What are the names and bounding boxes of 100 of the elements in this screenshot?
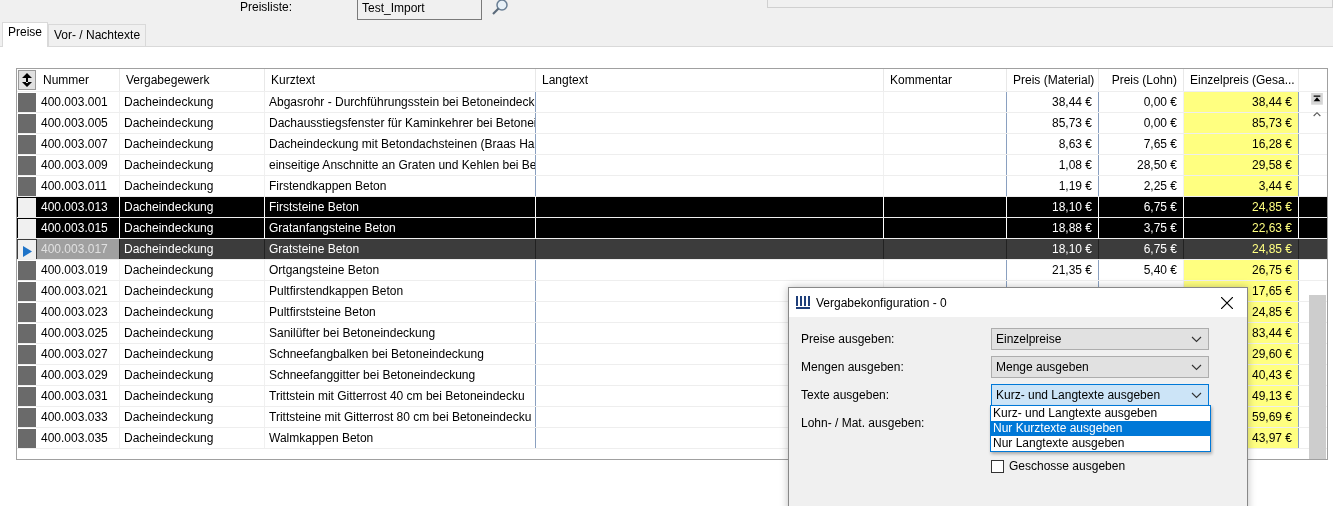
app-icon	[796, 296, 810, 309]
table-cell: Trittstein mit Gitterrost 40 cm bei Betoneindecku	[265, 386, 536, 406]
table-cell: Dacheindeckung	[120, 197, 265, 217]
dropdown-field[interactable]: Menge ausgeben	[991, 356, 1209, 378]
table-cell: 400.003.019	[37, 260, 120, 280]
table-cell: Dacheindeckung	[120, 344, 265, 364]
table-cell: Dacheindeckung mit Betondachsteinen (Braas Ha	[265, 134, 536, 154]
table-cell: 26,75 €	[1184, 260, 1299, 280]
table-row[interactable]: 400.003.001 Dacheindeckung Abgasrohr - Durchführungsstein bei Betoneindeck 38,44 € 0,00 € 38,44 €	[17, 92, 1327, 113]
table-cell: 400.003.009	[37, 155, 120, 175]
table-cell: Dacheindeckung	[120, 428, 265, 448]
table-cell: Firstendkappen Beton	[265, 176, 536, 196]
chevron-down-icon	[1191, 391, 1202, 399]
table-row[interactable]: 400.003.005 Dacheindeckung Dachausstiegsfenster für Kaminkehrer bei Betonei 85,73 € 0,00 € 85,73 €	[17, 113, 1327, 134]
table-cell: 38,44 €	[1184, 92, 1299, 112]
table-cell: 16,28 €	[1184, 134, 1299, 154]
table-cell: 400.003.007	[37, 134, 120, 154]
table-cell: 1,08 €	[1007, 155, 1099, 175]
dropdown-option[interactable]: Nur Kurztexte ausgeben	[991, 421, 1210, 436]
table-cell: 400.003.025	[37, 323, 120, 343]
row-selector[interactable]	[18, 240, 36, 259]
table-cell: Gratsteine Beton	[265, 239, 536, 259]
table-cell: Dacheindeckung	[120, 281, 265, 301]
table-row[interactable]: 400.003.017 Dacheindeckung Gratsteine Beton 18,10 € 6,75 € 24,85 €	[17, 239, 1327, 260]
table-cell: 29,58 €	[1184, 155, 1299, 175]
field-label: Preise ausgeben:	[801, 332, 896, 346]
table-cell: Schneefangbalken bei Betoneindeckung	[265, 344, 536, 364]
table-cell: Firststeine Beton	[265, 197, 536, 217]
table-row[interactable]: 400.003.007 Dacheindeckung Dacheindeckung mit Betondachsteinen (Braas Ha 8,63 € 7,65 € 16,28 €	[17, 134, 1327, 155]
table-cell: 38,44 €	[1007, 92, 1099, 112]
column-header[interactable]: Einzelpreis (Gesa...	[1184, 69, 1299, 91]
table-cell: Dacheindeckung	[120, 239, 265, 259]
tab[interactable]: Preise	[2, 22, 48, 47]
table-cell: 400.003.001	[37, 92, 120, 112]
table-cell: Dacheindeckung	[120, 407, 265, 427]
price-list-field[interactable]: Test_Import	[357, 0, 482, 20]
column-header[interactable]: Kommentar	[884, 69, 1007, 91]
chevron-down-icon	[1191, 335, 1202, 343]
sort-toggle[interactable]	[18, 70, 36, 90]
tab[interactable]: Vor- / Nachtexte	[48, 24, 147, 46]
table-cell: Sanilüfter bei Betoneindeckung	[265, 323, 536, 343]
table-cell: Dacheindeckung	[120, 302, 265, 322]
table-cell: 85,73 €	[1184, 113, 1299, 133]
table-cell: Gratanfangsteine Beton	[265, 218, 536, 238]
table-cell: 400.003.017	[37, 239, 120, 259]
table-cell: Dachausstiegsfenster für Kaminkehrer bei Betonei	[265, 113, 536, 133]
table-cell: Dacheindeckung	[120, 386, 265, 406]
table-cell: Pultfirststeine Beton	[265, 302, 536, 322]
column-header[interactable]: Preis (Material)	[1007, 69, 1099, 91]
checkbox-label: Geschosse ausgeben	[1009, 459, 1126, 473]
table-cell: 400.003.023	[37, 302, 120, 322]
table-cell: 85,73 €	[1007, 113, 1099, 133]
table-cell: 400.003.029	[37, 365, 120, 385]
table-cell: Ortgangsteine Beton	[265, 260, 536, 280]
column-header[interactable]: Nummer	[37, 69, 120, 91]
table-cell: 400.003.005	[37, 113, 120, 133]
scroll-up-icon[interactable]	[1312, 110, 1322, 118]
table-cell: Trittsteine mit Gitterrost 80 cm bei Betoneindecku	[265, 407, 536, 427]
table-cell: 400.003.033	[37, 407, 120, 427]
field-label: Lohn- / Mat. ausgeben:	[801, 416, 926, 430]
table-cell: Abgasrohr - Durchführungsstein bei Betoneindeck	[265, 92, 536, 112]
table-cell: 18,88 €	[1007, 218, 1099, 238]
table-cell: 400.003.027	[37, 344, 120, 364]
scrollbar-thumb[interactable]	[1308, 295, 1326, 459]
field-label: Preisliste:	[240, 0, 293, 14]
table-cell: Dacheindeckung	[120, 134, 265, 154]
table-cell: Walmkappen Beton	[265, 428, 536, 448]
search-icon[interactable]	[491, 0, 509, 16]
table-cell: Dacheindeckung	[120, 218, 265, 238]
table-cell: 400.003.013	[37, 197, 120, 217]
column-header[interactable]: Preis (Lohn)	[1099, 69, 1184, 91]
updown-arrow-icon	[22, 73, 32, 87]
table-cell: Dacheindeckung	[120, 323, 265, 343]
table-cell: 8,63 €	[1007, 134, 1099, 154]
chevron-down-icon	[1191, 363, 1202, 371]
table-cell: Dacheindeckung	[120, 260, 265, 280]
close-icon[interactable]	[1221, 296, 1233, 309]
table-cell: Dacheindeckung	[120, 92, 265, 112]
table-cell: Schneefanggitter bei Betoneindeckung	[265, 365, 536, 385]
column-header[interactable]: Vergabegewerk	[120, 69, 265, 91]
table-cell: 400.003.015	[37, 218, 120, 238]
field-label: Texte ausgeben:	[801, 388, 891, 402]
current-row-arrow-icon	[22, 245, 32, 257]
dropdown-field[interactable]: Kurz- und Langtexte ausgeben	[991, 384, 1209, 406]
table-cell: 400.003.021	[37, 281, 120, 301]
column-header[interactable]: Kurztext	[265, 69, 536, 91]
table-cell: 3,44 €	[1184, 176, 1299, 196]
table-row[interactable]: 400.003.013 Dacheindeckung Firststeine Beton 18,10 € 6,75 € 24,85 €	[17, 197, 1327, 218]
table-cell: 1,19 €	[1007, 176, 1099, 196]
scroll-to-top-icon[interactable]	[1310, 93, 1324, 105]
column-header[interactable]: Langtext	[536, 69, 884, 91]
table-cell: 400.003.031	[37, 386, 120, 406]
table-cell: 400.003.035	[37, 428, 120, 448]
table-cell: Dacheindeckung	[120, 113, 265, 133]
checkbox[interactable]	[991, 459, 1004, 473]
table-row[interactable]: 400.003.015 Dacheindeckung Gratanfangsteine Beton 18,88 € 3,75 € 22,63 €	[17, 218, 1327, 239]
table-row[interactable]: 400.003.019 Dacheindeckung Ortgangsteine Beton 21,35 € 5,40 € 26,75 €	[17, 260, 1327, 281]
table-cell: Pultfirstendkappen Beton	[265, 281, 536, 301]
table-cell: Dacheindeckung	[120, 176, 265, 196]
dropdown-field[interactable]: Einzelpreise	[991, 328, 1209, 350]
